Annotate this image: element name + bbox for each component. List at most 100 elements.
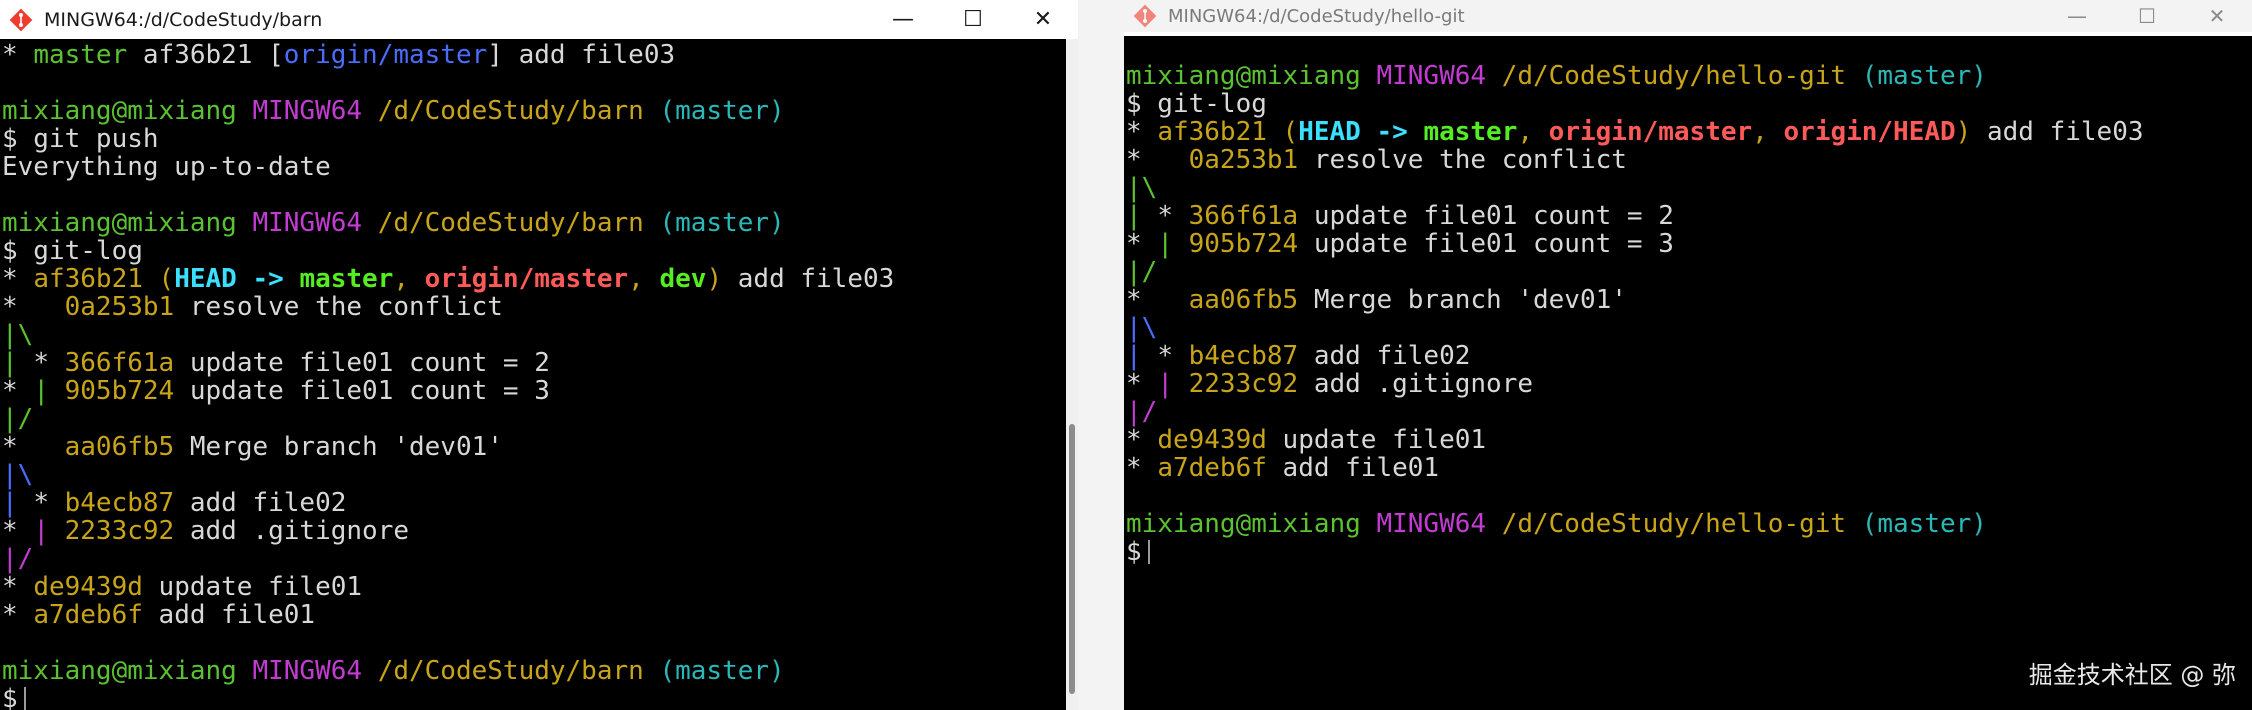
terminal-text: * xyxy=(1126,229,1157,259)
terminal-line: |\ xyxy=(1126,174,2252,202)
maximize-button[interactable]: ☐ xyxy=(938,0,1008,39)
close-button[interactable]: ✕ xyxy=(1008,0,1078,39)
terminal-text: de9439d xyxy=(33,572,143,602)
terminal-text: /d/CodeStudy/barn xyxy=(378,208,660,238)
terminal-line: | * b4ecb87 add file02 xyxy=(1126,342,2252,370)
terminal-line: $ git-log xyxy=(2,237,1066,265)
terminal-text: add file01 xyxy=(1267,453,1439,483)
terminal-text: , xyxy=(628,264,659,294)
titlebar[interactable]: MINGW64:/d/CodeStudy/barn — ☐ ✕ xyxy=(0,0,1078,39)
terminal-text: |\ xyxy=(1126,313,1157,343)
terminal-line xyxy=(2,181,1066,209)
titlebar[interactable]: MINGW64:/d/CodeStudy/hello-git — ☐ ✕ xyxy=(1124,0,2252,32)
terminal-line: mixiang@mixiang MINGW64 /d/CodeStudy/bar… xyxy=(2,209,1066,237)
terminal-text: | xyxy=(2,488,33,518)
terminal-text: * xyxy=(2,600,33,630)
terminal-text: /d/CodeStudy/hello-git xyxy=(1502,61,1862,91)
terminal-text: MINGW64 xyxy=(252,96,377,126)
terminal-text: mixiang@mixiang xyxy=(1126,509,1376,539)
terminal-window-barn[interactable]: MINGW64:/d/CodeStudy/barn — ☐ ✕ * master… xyxy=(0,0,1078,710)
terminal-text: | xyxy=(1126,341,1157,371)
terminal-text: $ xyxy=(1126,537,1142,567)
terminal-line: |/ xyxy=(2,405,1066,433)
terminal-text: $ git-log xyxy=(1126,89,1267,119)
maximize-button[interactable]: ☐ xyxy=(2112,0,2182,32)
terminal-text: 905b724 xyxy=(1189,229,1299,259)
terminal-text: * xyxy=(2,376,33,406)
terminal-text: MINGW64 xyxy=(1376,61,1501,91)
terminal-text: HEAD -> xyxy=(174,264,299,294)
terminal-text: 905b724 xyxy=(65,376,175,406)
terminal-text: Everything up-to-date xyxy=(2,152,331,182)
terminal-line: * a7deb6f add file01 xyxy=(1126,454,2252,482)
minimize-button[interactable]: — xyxy=(2042,0,2112,32)
terminal-text: |\ xyxy=(1126,173,1157,203)
terminal-text: $ xyxy=(2,684,18,710)
terminal-line: * af36b21 (HEAD -> master, origin/master… xyxy=(2,265,1066,293)
terminal-line: * | 905b724 update file01 count = 3 xyxy=(1126,230,2252,258)
terminal-text: add file02 xyxy=(174,488,346,518)
terminal-text: 366f61a xyxy=(1189,201,1299,231)
terminal-line: mixiang@mixiang MINGW64 /d/CodeStudy/hel… xyxy=(1126,62,2252,90)
maximize-icon: ☐ xyxy=(963,7,983,32)
terminal-text: , xyxy=(1752,117,1783,147)
scroll-thumb[interactable] xyxy=(1069,424,1075,694)
terminal-text: resolve the conflict xyxy=(1298,145,1627,175)
git-bash-icon xyxy=(8,7,34,33)
terminal-text: * xyxy=(1126,369,1157,399)
terminal-text: origin/master xyxy=(1549,117,1753,147)
terminal-text: | xyxy=(33,376,64,406)
terminal-text: (master) xyxy=(1862,61,1987,91)
terminal-text: add file02 xyxy=(1298,341,1470,371)
terminal-text: (master) xyxy=(659,208,784,238)
terminal-text: Merge branch 'dev01' xyxy=(174,432,503,462)
terminal-text: 0a253b1 xyxy=(1189,145,1299,175)
terminal-text: mixiang@mixiang xyxy=(2,656,252,686)
terminal-line: * | 905b724 update file01 count = 3 xyxy=(2,377,1066,405)
terminal-text: /d/CodeStudy/barn xyxy=(378,656,660,686)
terminal-text: * xyxy=(2,292,65,322)
terminal-text: MINGW64 xyxy=(1376,509,1501,539)
terminal-text: update file01 count = 2 xyxy=(174,348,550,378)
terminal-text: update file01 count = 2 xyxy=(1298,201,1674,231)
terminal-output[interactable]: * master af36b21 [origin/master] add fil… xyxy=(0,39,1066,710)
terminal-text: * xyxy=(2,516,33,546)
terminal-line: * 0a253b1 resolve the conflict xyxy=(2,293,1066,321)
terminal-window-hello-git[interactable]: MINGW64:/d/CodeStudy/hello-git — ☐ ✕ mix… xyxy=(1124,0,2252,710)
terminal-text: * xyxy=(1126,453,1157,483)
terminal-text: | xyxy=(1157,229,1188,259)
terminal-line xyxy=(2,69,1066,97)
terminal-text: add file03 xyxy=(1971,117,2143,147)
window-title: MINGW64:/d/CodeStudy/hello-git xyxy=(1168,6,1465,27)
terminal-text: b4ecb87 xyxy=(1189,341,1299,371)
terminal-text: update file01 count = 3 xyxy=(174,376,550,406)
minimize-button[interactable]: — xyxy=(868,0,938,39)
terminal-text: origin/HEAD xyxy=(1783,117,1955,147)
terminal-line: * master af36b21 [origin/master] add fil… xyxy=(2,41,1066,69)
close-icon: ✕ xyxy=(1034,7,1052,32)
terminal-output[interactable]: mixiang@mixiang MINGW64 /d/CodeStudy/hel… xyxy=(1124,36,2252,710)
terminal-line: | * 366f61a update file01 count = 2 xyxy=(1126,202,2252,230)
terminal-text: ) xyxy=(1956,117,1972,147)
terminal-text: HEAD -> xyxy=(1298,117,1423,147)
terminal-text: MINGW64 xyxy=(252,656,377,686)
terminal-text: $ git push xyxy=(2,124,159,154)
terminal-text: update file01 xyxy=(143,572,362,602)
terminal-text: mixiang@mixiang xyxy=(2,96,252,126)
terminal-text: master xyxy=(299,264,393,294)
scrollbar[interactable] xyxy=(1066,39,1078,710)
terminal-line: mixiang@mixiang MINGW64 /d/CodeStudy/bar… xyxy=(2,657,1066,685)
terminal-text: * xyxy=(1126,425,1157,455)
terminal-text: 0a253b1 xyxy=(65,292,175,322)
terminal-text: /d/CodeStudy/barn xyxy=(378,96,660,126)
close-button[interactable]: ✕ xyxy=(2182,0,2252,32)
terminal-text: (master) xyxy=(1862,509,1987,539)
terminal-text: |\ xyxy=(2,460,33,490)
terminal-line: |\ xyxy=(1126,314,2252,342)
terminal-line: * 0a253b1 resolve the conflict xyxy=(1126,146,2252,174)
terminal-text: /d/CodeStudy/hello-git xyxy=(1502,509,1862,539)
terminal-text: $ git-log xyxy=(2,236,143,266)
terminal-line: * af36b21 (HEAD -> master, origin/master… xyxy=(1126,118,2252,146)
terminal-text: aa06fb5 xyxy=(65,432,175,462)
terminal-line: |\ xyxy=(2,461,1066,489)
